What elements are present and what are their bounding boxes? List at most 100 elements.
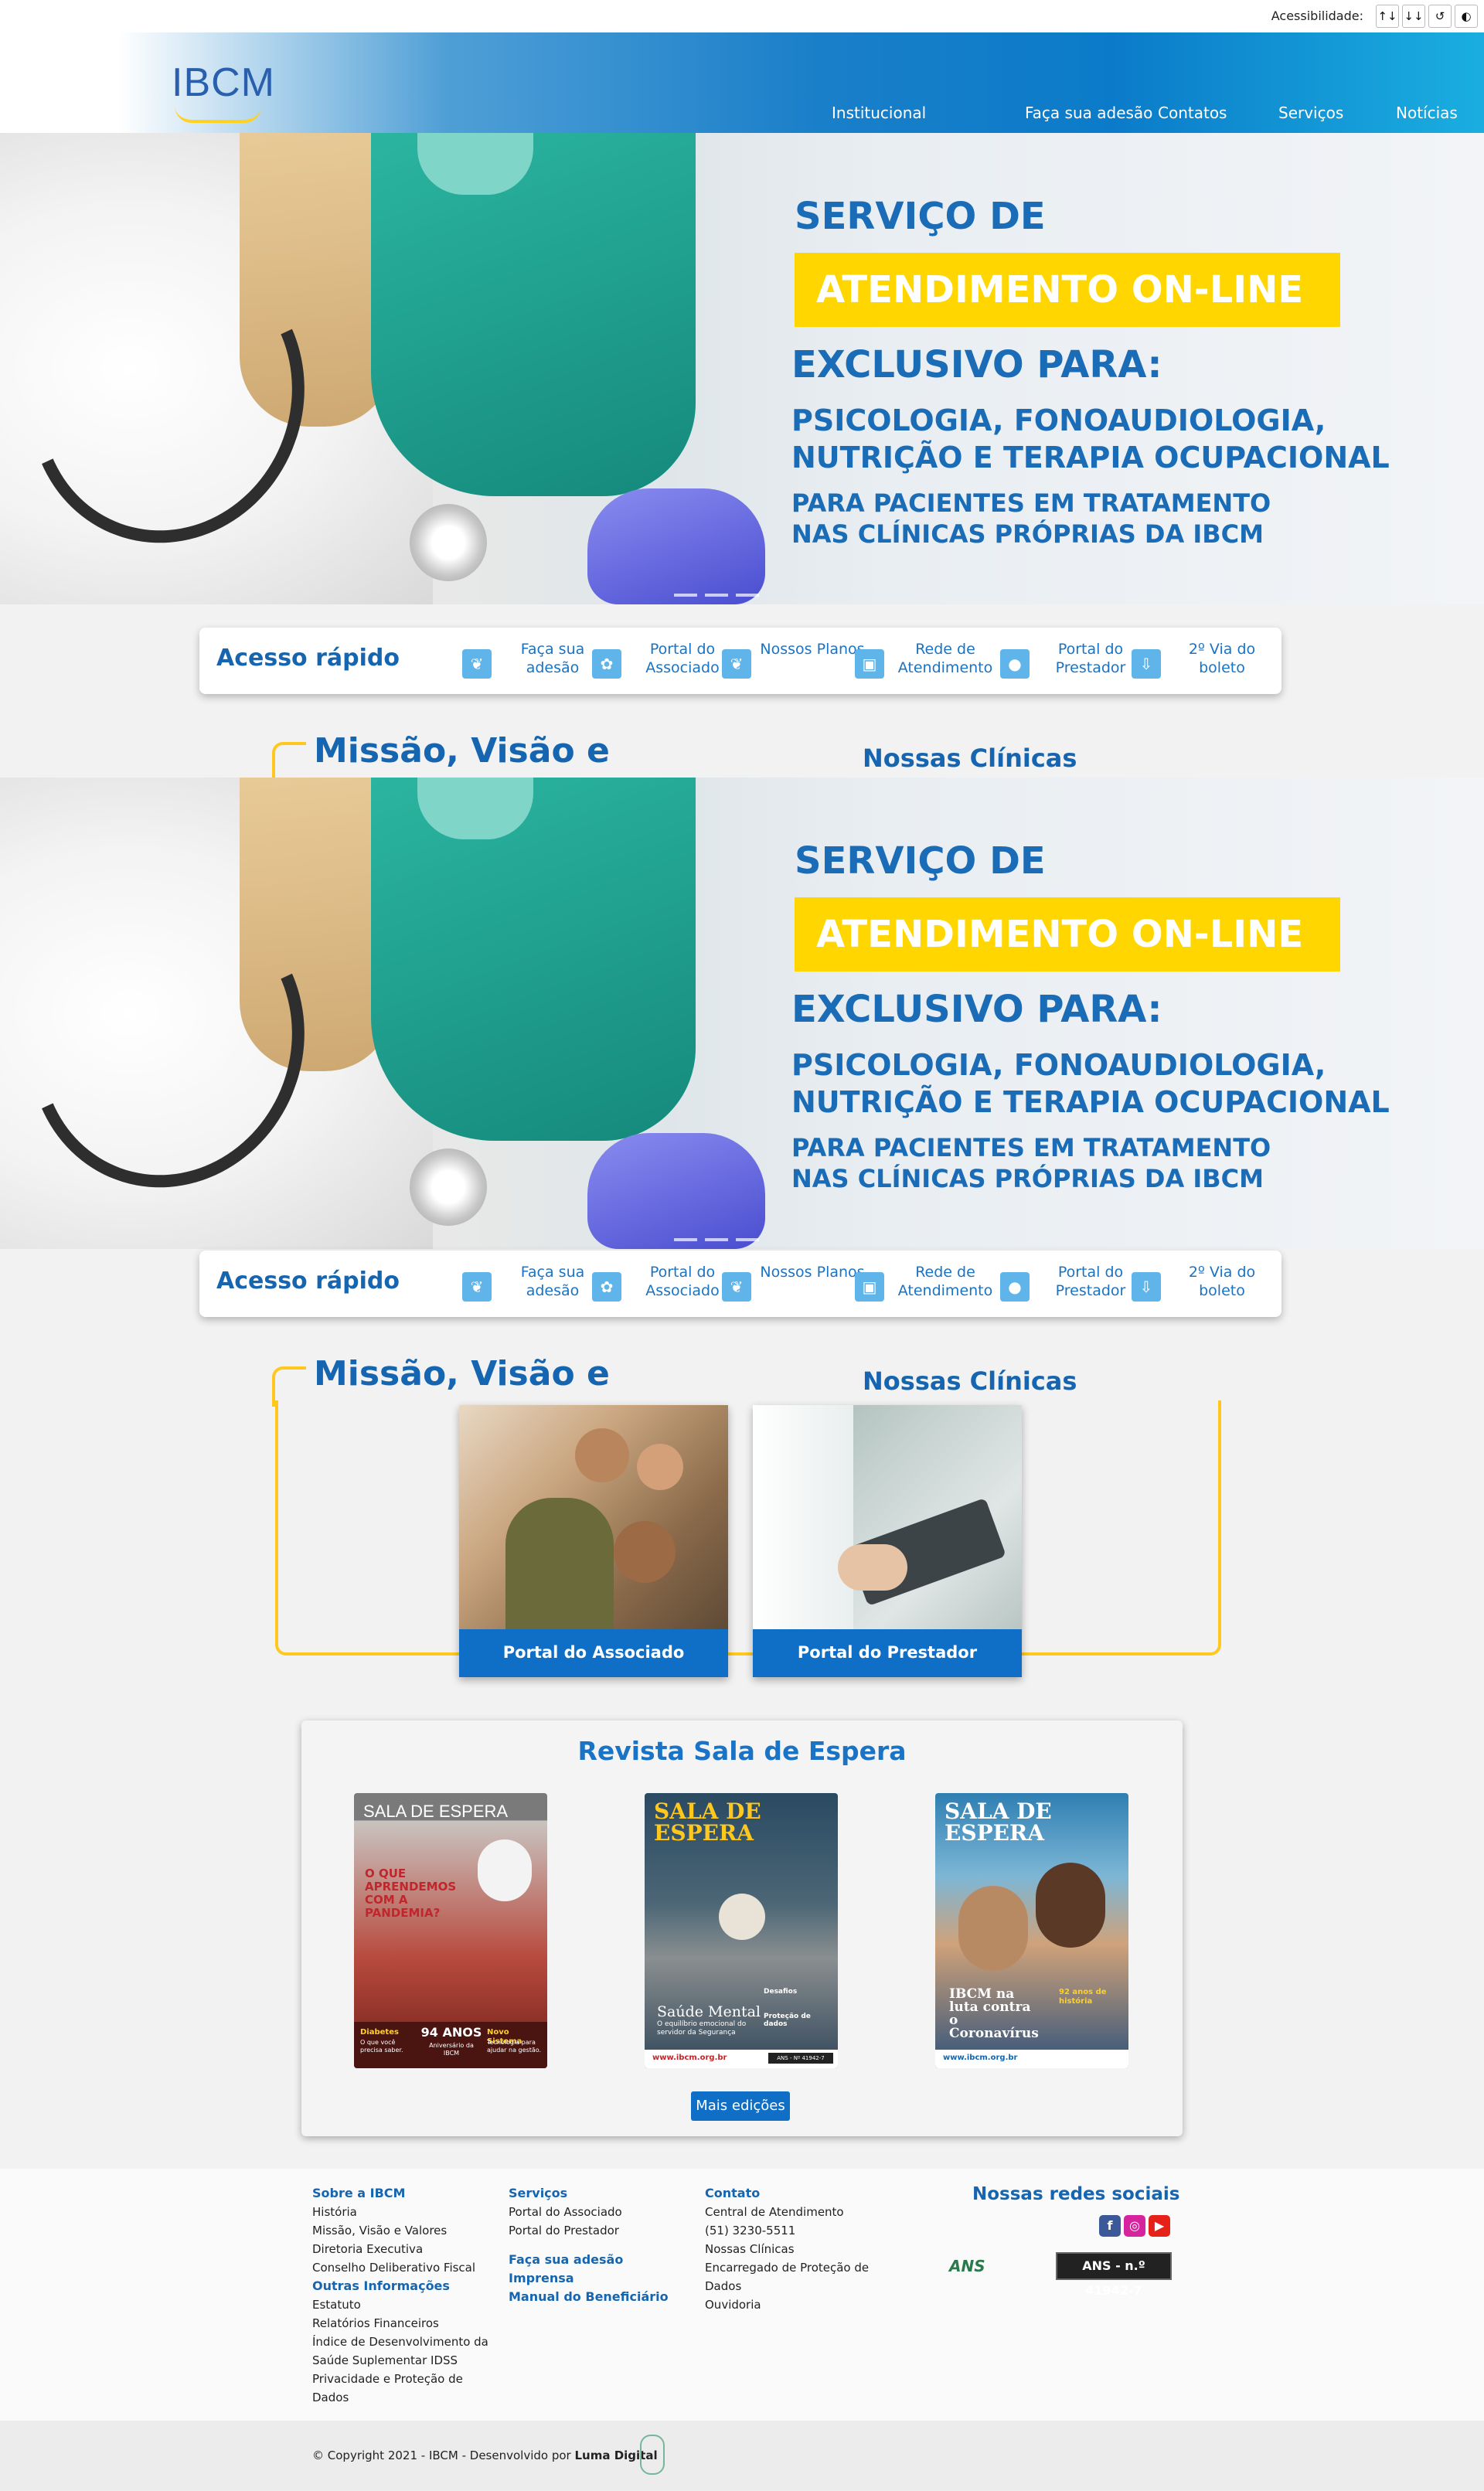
quick-access-bar: Acesso rápido ❦ Faça sua adesão ✿ Portal d… [199,628,1281,694]
portals-frame [275,1400,1221,1656]
nav-noticias[interactable]: Notícias [1396,104,1458,122]
hero-band-text: ATENDIMENTO ON-LINE [816,268,1304,311]
nav-adesao[interactable]: Faça sua adesão [1025,104,1152,122]
image-icon: ▣ [855,649,884,679]
face-mask-image [478,1839,532,1901]
footer-link[interactable]: Missão, Visão e Valores [312,2221,498,2240]
quick-planos[interactable]: ❦ Nossos Planos [722,640,876,683]
hero-banner[interactable]: SERVIÇO DE ATENDIMENTO ON-LINE EXCLUSIVO… [0,778,1484,1249]
stethoscope-head-icon [410,1149,487,1226]
footer-link[interactable]: Relatórios Financeiros [312,2314,498,2333]
contrast-icon[interactable]: ◐ [1455,5,1478,28]
footer-heading[interactable]: Sobre a IBCM [312,2184,498,2203]
carousel-dot[interactable] [736,594,759,597]
footer-link[interactable]: Portal do Associado [509,2203,694,2221]
download-document-icon: ⇩ [1132,649,1161,679]
footer-col-about: Sobre a IBCM História Missão, Visão e Va… [312,2184,498,2407]
footer-link[interactable]: Ouvidoria [705,2295,890,2314]
nav-contatos[interactable]: Contatos [1158,104,1227,122]
hero-highlight-band: ATENDIMENTO ON-LINE [795,897,1340,972]
hero-line3: EXCLUSIVO PARA: [791,343,1162,386]
magazine-cover[interactable]: SALA DE ESPERA O QUE APRENDEMOS COM A PA… [354,1793,547,2068]
footer-link[interactable]: Privacidade e Proteção de [312,2370,498,2388]
youtube-icon[interactable]: ▶ [1149,2215,1170,2237]
nav-servicos[interactable]: Serviços [1278,104,1343,122]
logo[interactable]: IBCM [172,60,275,106]
nurse-scrubs-image [371,133,696,496]
frame-corner [272,742,306,779]
hero-banner[interactable]: SERVIÇO DE ATENDIMENTO ON-LINE EXCLUSIVO… [0,133,1484,604]
carousel-dots[interactable] [674,1238,798,1243]
footer-link[interactable]: Central de Atendimento [705,2203,890,2221]
footer-link[interactable]: Saúde Suplementar IDSS [312,2351,498,2370]
facebook-icon[interactable]: f [1099,2215,1121,2237]
footer-link[interactable]: História [312,2203,498,2221]
footer-link[interactable]: Estatuto [312,2295,498,2314]
quick-access-title: Acesso rápido [216,1268,400,1295]
footer-link[interactable]: Encarregado de Proteção de [705,2258,890,2277]
carousel-dot[interactable] [736,1238,759,1241]
portal-associado-button[interactable]: Portal do Associado [459,1629,728,1677]
nav-institucional[interactable]: Institucional [832,104,926,122]
hero-line5: NUTRIÇÃO E TERAPIA OCUPACIONAL [791,1085,1390,1119]
quick-rede-atendimento[interactable]: ▣ Rede de Atendimento [855,640,1009,683]
footer-heading[interactable]: Serviços [509,2184,694,2203]
footer-heading[interactable]: Manual do Beneficiário [509,2288,694,2306]
quick-access-title: Acesso rápido [216,645,400,672]
decrease-font-icon[interactable]: ↓↓ [1402,5,1425,28]
footer-heading[interactable]: Contato [705,2184,890,2203]
carousel-dot[interactable] [705,1238,728,1241]
hero-line4: PSICOLOGIA, FONOAUDIOLOGIA, [791,403,1326,437]
footer-link[interactable]: Nossas Clínicas [705,2240,890,2258]
clinics-heading: Nossas Clínicas [863,1366,1077,1396]
hero-line3: EXCLUSIVO PARA: [791,988,1162,1031]
increase-font-icon[interactable]: ↑↓ [1376,5,1399,28]
luma-logo-icon[interactable] [640,2435,665,2475]
leaf-icon: ❦ [722,649,751,679]
portal-associado-card[interactable]: Portal do Associado [459,1405,728,1677]
coat-shape [753,1405,853,1629]
magazine-cover[interactable]: SALA DE ESPERA IBCM na luta contra o Cor… [935,1793,1128,2068]
footer-link[interactable]: Portal do Prestador [509,2221,694,2240]
footer-link[interactable]: Dados [705,2277,890,2295]
footer-link[interactable]: Conselho Deliberativo Fiscal [312,2258,498,2277]
quick-rede-atendimento[interactable]: ▣ Rede de Atendimento [855,1263,1009,1306]
doctor-tablet-photo [753,1405,1022,1629]
reset-icon[interactable]: ↺ [1428,5,1452,28]
hero-band-text: ATENDIMENTO ON-LINE [816,913,1304,956]
footer-link[interactable]: Dados [312,2388,498,2407]
footer-heading[interactable]: Faça sua adesão [509,2251,694,2269]
hero-line7: NAS CLÍNICAS PRÓPRIAS DA IBCM [791,1164,1264,1193]
carousel-dot[interactable] [674,594,697,597]
social-heading: Nossas redes sociais [972,2184,1180,2204]
footer-heading[interactable]: Imprensa [509,2269,694,2288]
carousel-dots[interactable] [674,594,798,598]
quick-boleto[interactable]: ⇩ 2º Via do boleto [1132,1263,1286,1306]
more-editions-button[interactable]: Mais edições [691,2091,790,2121]
footer-heading[interactable]: Outras Informações [312,2277,498,2295]
footer-link[interactable]: (51) 3230-5511 [705,2221,890,2240]
hero-line5: NUTRIÇÃO E TERAPIA OCUPACIONAL [791,441,1390,475]
footer-col-contact: Contato Central de Atendimento (51) 3230… [705,2184,890,2314]
logo-swoosh-icon [175,106,261,123]
quick-access-bar: Acesso rápido ❦ Faça sua adesão ✿ Portal d… [199,1251,1281,1317]
site-footer: Sobre a IBCM História Missão, Visão e Va… [0,2169,1484,2421]
leaf-icon: ❦ [722,1272,751,1302]
copyright-text: © Copyright 2021 - IBCM - Desenvolvido p… [312,2448,658,2462]
copyright-bar: © Copyright 2021 - IBCM - Desenvolvido p… [0,2421,1484,2491]
hand-shape [838,1544,907,1591]
mission-heading: Missão, Visão e [314,1354,610,1394]
quick-planos[interactable]: ❦ Nossos Planos [722,1263,876,1306]
instagram-icon[interactable]: ◎ [1124,2215,1145,2237]
magazine-cover[interactable]: SALA DE ESPERA Saúde Mental O equilíbrio… [645,1793,838,2068]
portal-prestador-card[interactable]: Portal do Prestador [753,1405,1022,1677]
carousel-dot[interactable] [674,1238,697,1241]
quick-boleto[interactable]: ⇩ 2º Via do boleto [1132,640,1286,683]
sprout-icon: ✿ [592,649,621,679]
family-photo [459,1405,728,1629]
footer-link[interactable]: Índice de Desenvolvimento da [312,2333,498,2351]
carousel-dot[interactable] [705,594,728,597]
footer-link[interactable]: Diretoria Executiva [312,2240,498,2258]
person-shape [1036,1863,1105,1948]
portal-prestador-button[interactable]: Portal do Prestador [753,1629,1022,1677]
